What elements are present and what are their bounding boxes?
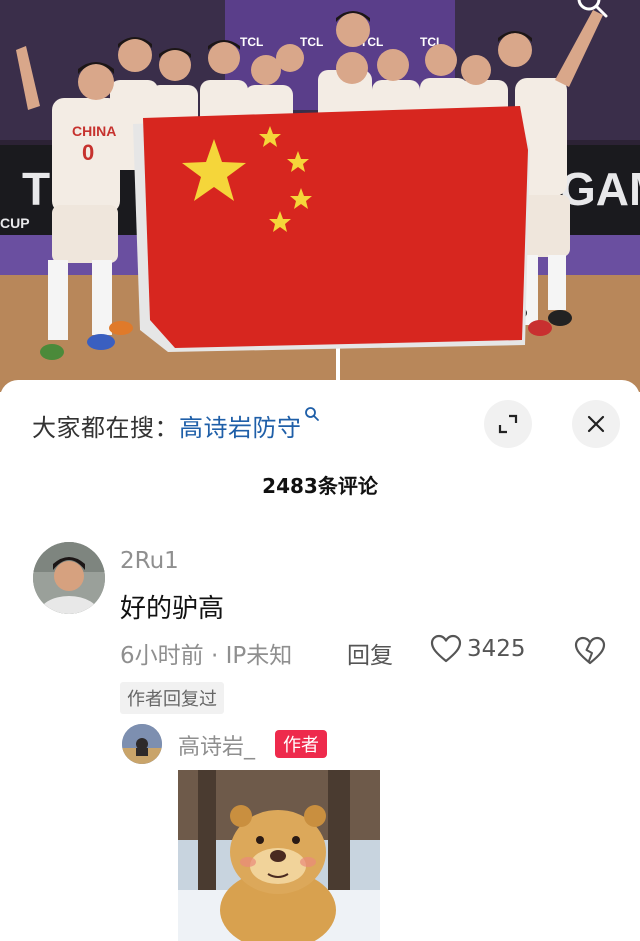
post-photo[interactable]: GAM T CUP TCL TCL TCL TCL: [0, 0, 640, 392]
sponsor-text-2: TCL: [300, 35, 323, 49]
hot-search-bar[interactable]: 大家都在搜：高诗岩防守: [32, 407, 320, 443]
jersey-text: CHINA: [72, 123, 116, 139]
hot-search-term[interactable]: 高诗岩防守: [179, 414, 302, 442]
bear-sticker: [178, 770, 380, 941]
like-count: 3425: [467, 636, 526, 662]
close-button[interactable]: [572, 400, 620, 448]
team-photo-illustration: GAM T CUP TCL TCL TCL TCL: [0, 0, 640, 392]
board-text-right: GAM: [560, 163, 640, 215]
dislike-button[interactable]: [574, 636, 606, 670]
board-cup-text: CUP: [0, 215, 30, 231]
reply-username[interactable]: 高诗岩_: [178, 729, 255, 761]
jersey-number: 0: [82, 140, 94, 165]
comment-sheet: 大家都在搜：高诗岩防守 2483条评论 2Ru1 好的驴高 6小时前 · IP未…: [0, 380, 640, 941]
search-icon: [304, 407, 319, 421]
heart-icon: [430, 634, 462, 663]
broken-heart-icon: [574, 636, 606, 665]
comment-time-ip: 6小时前 · IP未知: [120, 643, 293, 669]
like-button[interactable]: 3425: [430, 634, 526, 664]
reply-sticker-image[interactable]: [178, 770, 380, 941]
expand-button[interactable]: [484, 400, 532, 448]
board-text-left: T: [22, 163, 50, 215]
close-icon: [587, 415, 605, 433]
author-replied-badge: 作者回复过: [120, 682, 224, 714]
avatar-image: [33, 542, 105, 614]
avatar[interactable]: [33, 542, 105, 614]
hot-search-prefix: 大家都在搜：: [32, 414, 179, 442]
author-badge: 作者: [275, 730, 327, 758]
reply-button[interactable]: 回复: [347, 636, 393, 670]
comment-count: 2483条评论: [262, 474, 378, 498]
comment-username[interactable]: 2Ru1: [120, 548, 179, 574]
expand-icon: [498, 414, 518, 434]
reply-avatar[interactable]: [122, 724, 162, 764]
reply-avatar-image: [122, 724, 162, 764]
search-icon[interactable]: [574, 0, 610, 20]
comment-text: 好的驴高: [120, 594, 225, 624]
sponsor-text-1: TCL: [240, 35, 263, 49]
china-flag-image: [133, 106, 530, 352]
